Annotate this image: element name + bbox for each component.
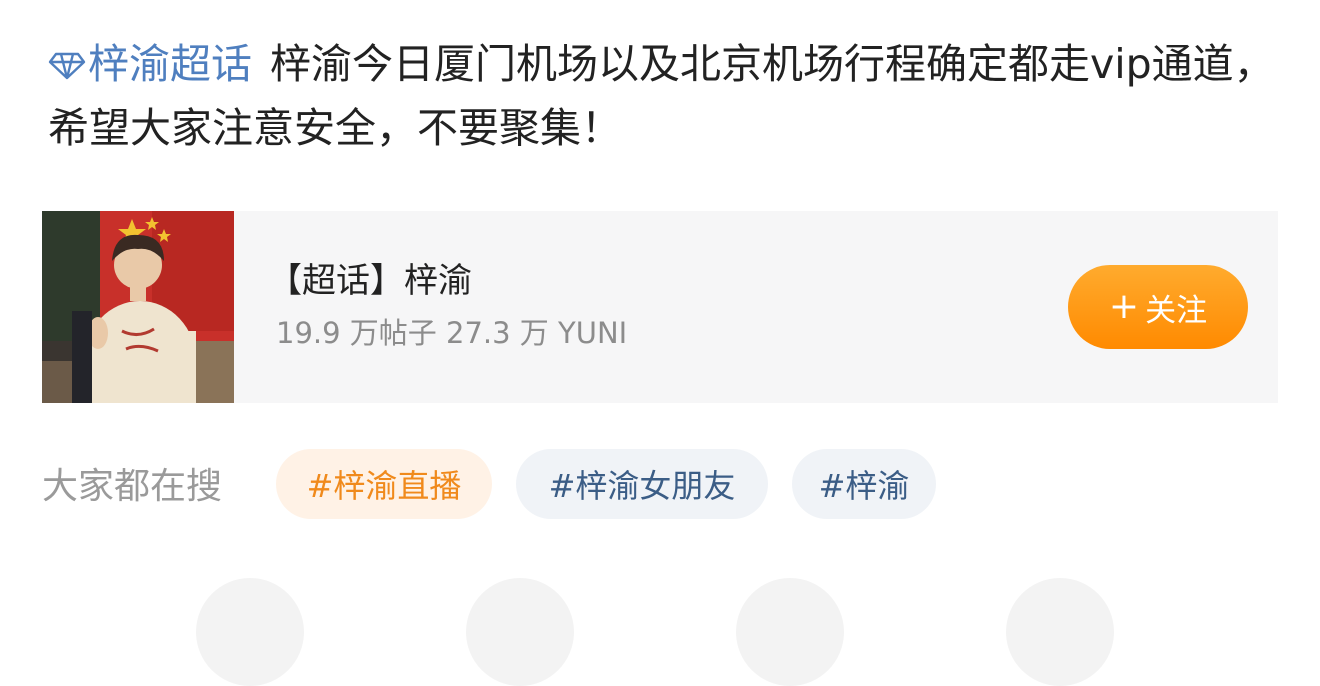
supertopic-stats: 19.9 万帖子 27.3 万 YUNI: [276, 316, 628, 350]
supertopic-title[interactable]: 【超话】梓渝: [268, 259, 472, 303]
supertopic-link[interactable]: 梓渝超话: [48, 40, 252, 88]
follow-label: 关注: [1145, 292, 1208, 329]
bottom-action-placeholder: [1006, 578, 1114, 686]
diamond-icon: [48, 52, 86, 80]
supertopic-thumbnail[interactable]: [42, 211, 234, 403]
search-tag-ziyu[interactable]: #梓渝: [792, 449, 936, 519]
search-tag-girlfriend[interactable]: #梓渝女朋友: [516, 449, 768, 519]
post-text: 梓渝超话 梓渝今日厦门机场以及北京机场行程确定都走vip通道，希望大家注意安全，不…: [48, 32, 1278, 160]
supertopic-label[interactable]: 梓渝超话: [88, 40, 252, 88]
bottom-action-placeholder: [736, 578, 844, 686]
trending-search-label: 大家都在搜: [42, 466, 223, 507]
search-tag-live[interactable]: #梓渝直播: [276, 449, 492, 519]
bottom-action-placeholder: [466, 578, 574, 686]
supertopic-card[interactable]: 【超话】梓渝 19.9 万帖子 27.3 万 YUNI + 关注: [42, 211, 1278, 403]
bottom-action-placeholder: [196, 578, 304, 686]
follow-button[interactable]: + 关注: [1068, 265, 1248, 349]
plus-icon: +: [1108, 286, 1140, 327]
